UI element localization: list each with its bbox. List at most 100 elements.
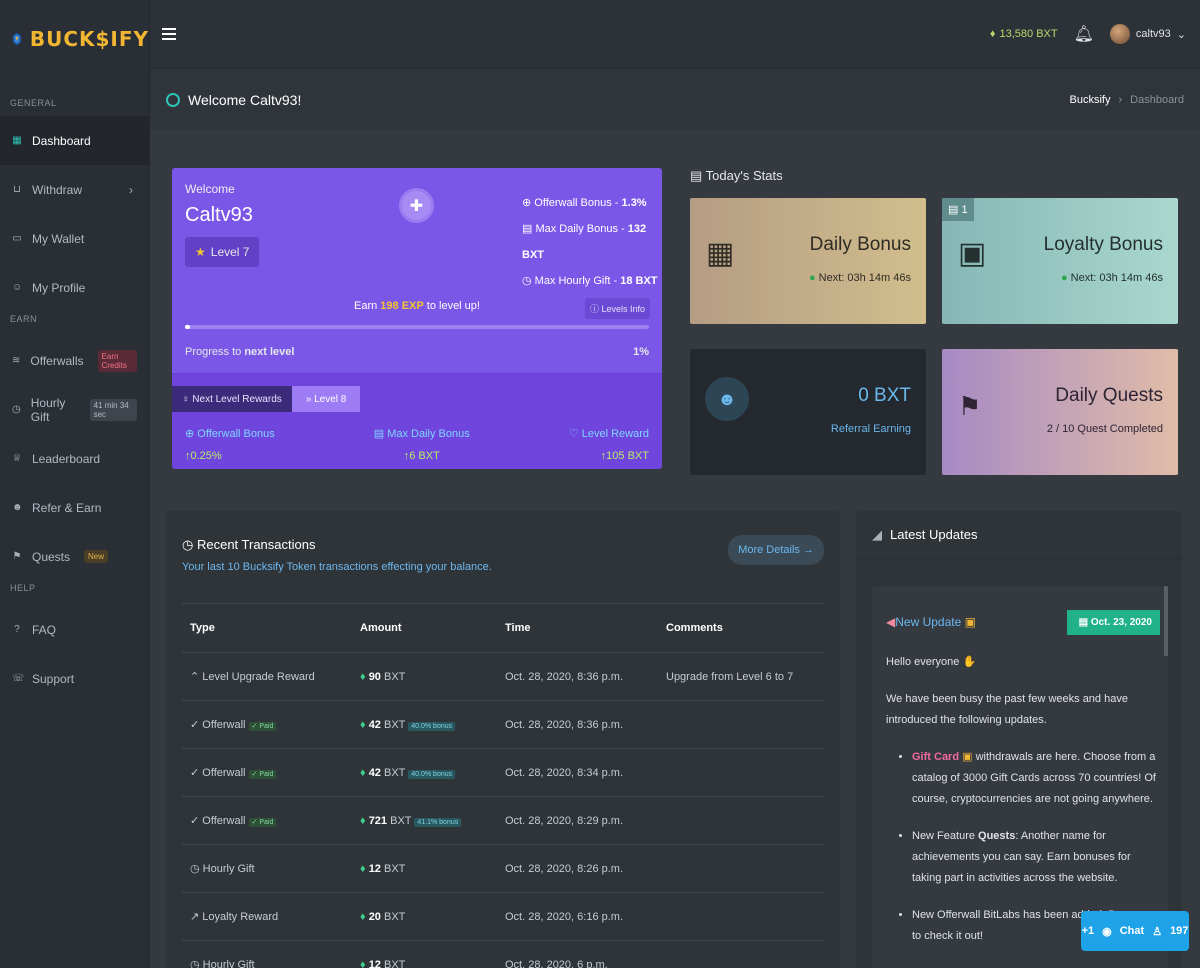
star-icon: ★ (195, 245, 206, 259)
gem-icon: ♦ (360, 718, 366, 731)
sidebar-item-refer-earn[interactable]: ☻ Refer & Earn (0, 483, 149, 532)
tx-comment (658, 892, 824, 941)
bonus-badge: 40.0% bonus (408, 721, 456, 731)
flag-icon: ⚑ (12, 550, 22, 562)
more-details-button[interactable]: More Details → (728, 535, 824, 565)
gamepad-icon: ✚ (399, 188, 434, 223)
chevrons-up-icon: ⌃ (190, 671, 203, 683)
level-progress-bar (185, 325, 649, 329)
reward-offerwall: ⊕ Offerwall Bonus ↑0.25% (185, 427, 275, 462)
table-row: ✓ Offerwall ✓ Paid ♦ 42 BXT 40.0% bonus … (182, 700, 824, 749)
tx-amount: 42 (368, 766, 381, 779)
levels-info-button[interactable]: ⓘ Levels Info (584, 298, 650, 319)
tx-comment (658, 700, 824, 749)
referral-earning-card[interactable]: ☻ 0 BXT Referral Earning (690, 349, 926, 475)
update-greeting: Hello everyone (886, 656, 960, 668)
trending-up-icon: ↗ (190, 911, 203, 923)
reward-daily: ▤ Max Daily Bonus ↑6 BXT (374, 427, 470, 462)
sidebar-item-quests[interactable]: ⚑ Quests New (0, 532, 149, 581)
bxt-balance[interactable]: ♦ 13,580 BXT (990, 28, 1058, 40)
loyalty-bonus-next: ● Next: 03h 14m 46s (1061, 272, 1163, 284)
sidebar-item-label: Support (32, 671, 75, 686)
bullet-prefix: New Feature (912, 830, 979, 842)
progress-percent: 1% (633, 346, 649, 358)
next-rewards-label: Next Level Rewards (192, 393, 282, 405)
gem-icon: ♦ (360, 862, 366, 875)
clock-icon: ◷ (12, 403, 21, 415)
sidebar-item-withdraw[interactable]: ⊔ Withdraw › (0, 165, 149, 214)
loyalty-bonus-timer: Next: 03h 14m 46s (1070, 272, 1163, 284)
bonus-badge: 40.0% bonus (408, 769, 456, 779)
table-row: ↗ Loyalty Reward ♦ 20 BXT Oct. 28, 2020,… (182, 892, 824, 941)
bell-icon[interactable]: 🔔︎ (1074, 24, 1094, 44)
sidebar-item-label: Hourly Gift (30, 395, 66, 424)
perk-value: 1.3% (621, 197, 647, 209)
transactions-table: Type Amount Time Comments ⌃ Level Upgrad… (182, 603, 824, 968)
paid-badge: ✓ Paid (248, 770, 277, 779)
daily-quests-card[interactable]: ⚑ Daily Quests 2 / 10 Quest Completed (942, 349, 1178, 475)
more-details-label: More Details (738, 544, 800, 556)
column-header: Time (497, 603, 658, 653)
tx-time: Oct. 28, 2020, 8:29 p.m. (497, 796, 658, 845)
reward-value: 0.25% (190, 450, 222, 462)
sidebar-item-faq[interactable]: ? FAQ (0, 605, 149, 654)
reward-label: Level Reward (581, 428, 649, 440)
chat-button[interactable]: +1 ◉ Chat ♙ 197 (1081, 911, 1189, 951)
next-level-rewards: ♀ Next Level Rewards » Level 8 ⊕ Offerwa… (172, 373, 662, 469)
loyalty-bonus-card[interactable]: ▤ 1 ▣ Loyalty Bonus ● Next: 03h 14m 46s (942, 198, 1178, 324)
sidebar-item-support[interactable]: ☏ Support (0, 654, 149, 703)
sidebar-item-my-profile[interactable]: ☺ My Profile (0, 263, 149, 312)
tx-type: Offerwall (202, 767, 246, 779)
lightbulb-icon: ♀ (182, 393, 193, 405)
level-label: Level 7 (210, 245, 250, 259)
transactions-title: ◷ Recent Transactions (182, 537, 315, 553)
transactions-subtitle: Your last 10 Bucksify Token transactions… (182, 561, 492, 573)
daily-bonus-card[interactable]: ▦ Daily Bonus ● Next: 03h 14m 46s (690, 198, 926, 324)
reward-level: ♡ Level Reward ↑105 BXT (569, 427, 649, 462)
tx-time: Oct. 28, 2020, 6 p.m. (497, 940, 658, 968)
paid-label: Paid (259, 771, 274, 778)
transactions-title-label: Recent Transactions (196, 537, 316, 552)
exp-value: 198 EXP (380, 300, 424, 312)
clock-rotate-icon: ◷ (190, 863, 203, 875)
check-badge-icon: ✓ (190, 767, 203, 779)
brand-logo[interactable]: BUCK$IFY (0, 0, 149, 78)
gem-icon: ♦ (360, 958, 366, 968)
tx-unit: BXT (384, 958, 406, 968)
gift-icon: ▣ (964, 615, 976, 629)
gem-icon: ♦ (989, 28, 996, 40)
latest-updates-panel: ◢ Latest Updates ◀New Update ▣ ▤ Oct. 23… (856, 511, 1182, 968)
breadcrumb-home[interactable]: Bucksify (1070, 94, 1111, 106)
sidebar-item-my-wallet[interactable]: ▭ My Wallet (0, 214, 149, 263)
sidebar-item-label: Dashboard (32, 133, 91, 148)
loyalty-bonus-title: Loyalty Bonus (1043, 234, 1163, 255)
scrollbar[interactable] (1164, 586, 1168, 656)
user-menu[interactable]: caltv93 ⌄ (1109, 24, 1186, 44)
column-header: Amount (352, 603, 497, 653)
new-badge: New (84, 550, 109, 563)
sidebar-item-offerwalls[interactable]: ≋ Offerwalls Earn Credits (0, 336, 149, 385)
tx-type: Loyalty Reward (202, 911, 279, 923)
tx-amount: 90 (368, 670, 381, 683)
level-badge: ★ Level 7 (185, 237, 260, 267)
bonus-badge: 41.1% bonus (414, 817, 462, 827)
breadcrumb-separator-icon: › (1118, 93, 1123, 106)
nav-section-help: HELP (10, 583, 36, 593)
sidebar-item-hourly-gift[interactable]: ◷ Hourly Gift 41 min 34 sec (0, 385, 149, 434)
menu-toggle-icon[interactable] (162, 25, 176, 43)
chevron-down-icon: ⌄ (1176, 28, 1186, 41)
next-level-tab: » Level 8 (291, 386, 361, 412)
gift-card-highlight: Gift Card (912, 751, 960, 763)
latest-updates-title: Latest Updates (890, 527, 978, 542)
gem-icon: ♦ (360, 814, 366, 827)
clock-rotate-icon: ◷ (190, 959, 203, 968)
sidebar-item-leaderboard[interactable]: ♕ Leaderboard (0, 434, 149, 483)
table-row: ◷ Hourly Gift ♦ 12 BXT Oct. 28, 2020, 6 … (182, 940, 824, 968)
sidebar-item-label: My Wallet (32, 231, 85, 246)
check-badge-icon: ✓ (190, 815, 203, 827)
tx-unit: BXT (384, 766, 406, 779)
tx-type: Offerwall (202, 815, 246, 827)
calendar-icon: ▤ (1078, 617, 1091, 628)
tx-time: Oct. 28, 2020, 8:34 p.m. (497, 748, 658, 797)
sidebar-item-dashboard[interactable]: ▦ Dashboard (0, 116, 149, 165)
